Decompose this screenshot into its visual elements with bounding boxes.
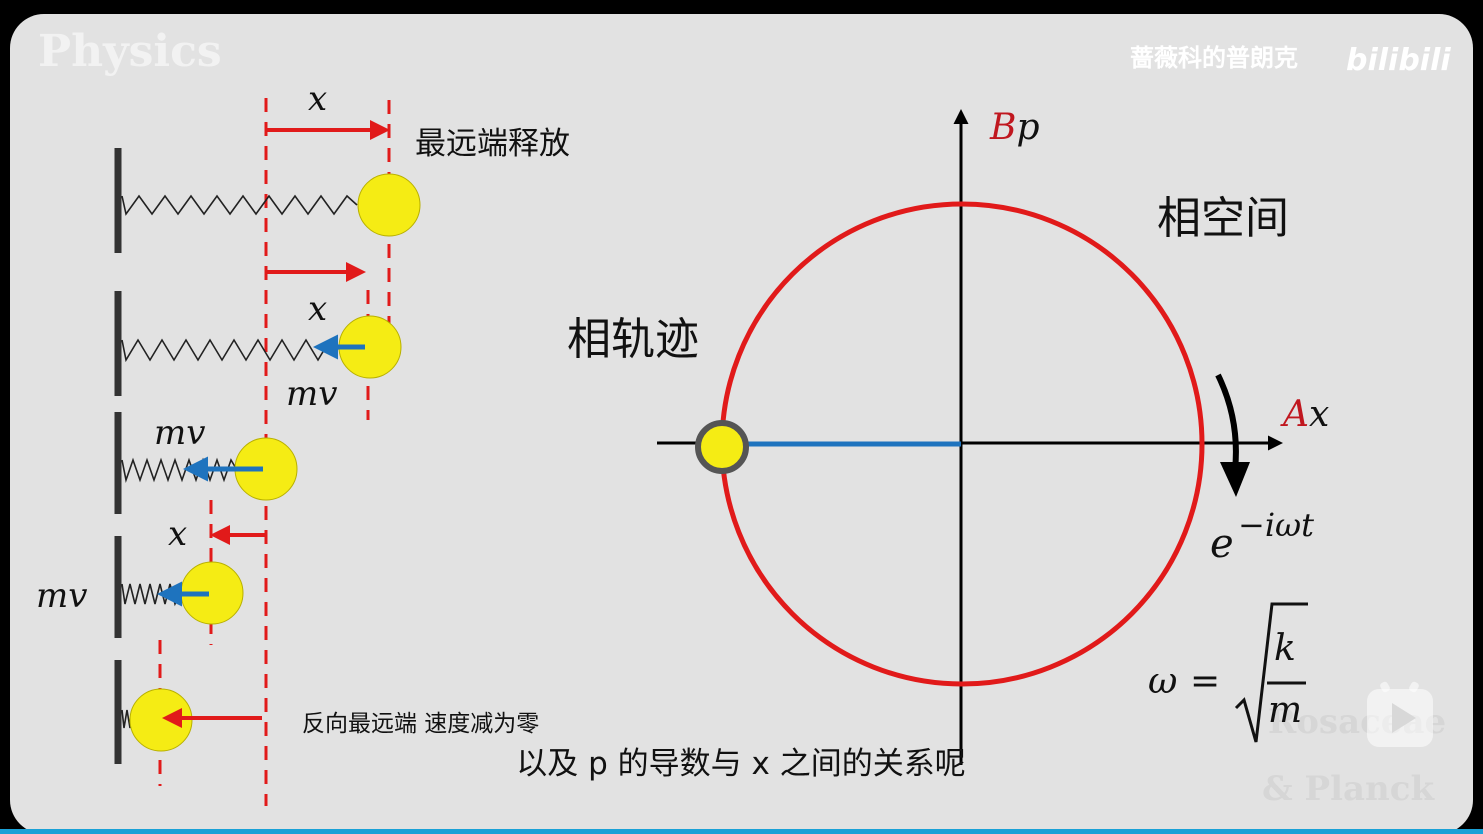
- slide-background: [10, 14, 1473, 834]
- phase-space-label: 相空间: [1157, 193, 1289, 244]
- momentum-label-4: mv: [36, 576, 87, 616]
- planck-watermark: & Planck: [1262, 769, 1435, 809]
- video-frame: Physics 蔷薇科的普朗克 bilibili Rosaceae & Plan…: [0, 0, 1483, 834]
- physics-watermark: Physics: [38, 26, 222, 77]
- play-button[interactable]: [1367, 681, 1433, 747]
- omega-symbol: ω: [1148, 661, 1177, 702]
- x-label-4: x: [168, 514, 187, 554]
- omega-numerator: k: [1274, 628, 1296, 669]
- momentum-label-2: mv: [286, 374, 337, 414]
- reverse-farthest-label: 反向最远端 速度减为零: [302, 711, 539, 737]
- channel-watermark: 蔷薇科的普朗克: [1130, 44, 1298, 72]
- p-axis-label: Bp: [989, 107, 1040, 148]
- momentum-label-3: mv: [154, 413, 205, 453]
- omega-denominator: m: [1268, 690, 1302, 731]
- subtitle: 以及 p 的导数与 x 之间的关系呢: [516, 746, 965, 782]
- video-progress-bar[interactable]: [0, 829, 1483, 834]
- mass-1: [357, 173, 421, 237]
- phase-trajectory-label: 相轨迹: [567, 314, 699, 365]
- x-label-1: x: [308, 79, 327, 119]
- bilibili-logo: bilibili: [1346, 43, 1451, 78]
- x-axis-label: Ax: [1280, 394, 1329, 435]
- phase-point: [695, 420, 749, 474]
- x-label-2: x: [308, 289, 327, 329]
- equals-sign: =: [1190, 661, 1220, 702]
- farthest-release-label: 最远端释放: [415, 126, 570, 162]
